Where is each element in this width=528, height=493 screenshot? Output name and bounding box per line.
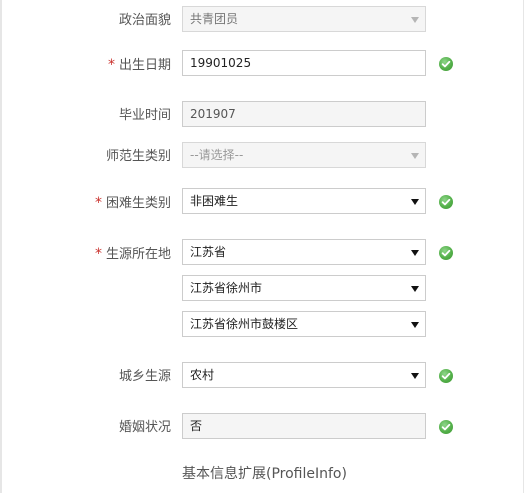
- check-circle-icon: [439, 57, 453, 71]
- hardship-type-value: 非困难生: [190, 194, 239, 208]
- chevron-down-icon: [411, 17, 419, 23]
- hardship-type-select[interactable]: 非困难生: [182, 188, 426, 214]
- origin-city-select[interactable]: 江苏省徐州市: [182, 275, 426, 301]
- normal-student-type-label: 师范生类别: [105, 149, 171, 164]
- row-origin-city: 江苏省徐州市: [0, 275, 528, 305]
- urban-rural-label: 城乡生源: [118, 369, 171, 384]
- required-mark: *: [94, 246, 102, 262]
- chevron-down-icon: [411, 250, 419, 256]
- graduation-time-value: 201907: [190, 107, 236, 121]
- origin-district-value: 江苏省徐州市鼓楼区: [190, 317, 299, 331]
- origin-location-label: * 生源所在地: [94, 246, 171, 262]
- origin-province-value: 江苏省: [190, 245, 227, 259]
- political-status-select: 共青团员: [182, 6, 426, 32]
- chevron-down-icon: [411, 153, 419, 159]
- section-heading-profile-info: 基本信息扩展(ProfileInfo): [182, 466, 347, 482]
- birth-date-label: * 出生日期: [107, 57, 171, 73]
- origin-district-select[interactable]: 江苏省徐州市鼓楼区: [182, 311, 426, 337]
- chevron-down-icon: [411, 286, 419, 292]
- birth-date-value: 19901025: [190, 56, 252, 70]
- chevron-down-icon: [411, 322, 419, 328]
- urban-rural-select[interactable]: 农村: [182, 362, 426, 388]
- graduation-time-label: 毕业时间: [118, 108, 171, 123]
- marital-status-value: 否: [190, 419, 203, 433]
- origin-city-value: 江苏省徐州市: [190, 281, 263, 295]
- check-circle-icon: [439, 420, 453, 434]
- normal-student-type-select[interactable]: --请选择--: [182, 142, 426, 168]
- row-normal-student-type: 师范生类别 --请选择--: [0, 142, 528, 172]
- required-mark: *: [107, 57, 115, 73]
- hardship-type-label: * 困难生类别: [94, 195, 171, 211]
- row-political-status: 政治面貌 共青团员: [0, 6, 528, 36]
- check-circle-icon: [439, 246, 453, 260]
- row-graduation-time: 毕业时间 201907: [0, 101, 528, 131]
- row-urban-rural: 城乡生源 农村: [0, 362, 528, 392]
- required-mark: *: [94, 195, 102, 211]
- urban-rural-value: 农村: [190, 368, 215, 382]
- row-hardship-type: * 困难生类别 非困难生: [0, 188, 528, 218]
- birth-date-input[interactable]: 19901025: [182, 50, 426, 76]
- political-status-label: 政治面貌: [118, 13, 171, 28]
- political-status-value: 共青团员: [190, 12, 239, 26]
- graduation-time-input: 201907: [182, 101, 426, 127]
- row-origin-location: * 生源所在地 江苏省: [0, 239, 528, 269]
- chevron-down-icon: [411, 199, 419, 205]
- row-birth-date: * 出生日期 19901025: [0, 50, 528, 80]
- marital-status-input: 否: [182, 413, 426, 439]
- origin-province-select[interactable]: 江苏省: [182, 239, 426, 265]
- row-marital-status: 婚姻状况 否: [0, 413, 528, 443]
- row-origin-district: 江苏省徐州市鼓楼区: [0, 311, 528, 341]
- chevron-down-icon: [411, 373, 419, 379]
- check-circle-icon: [439, 195, 453, 209]
- marital-status-label: 婚姻状况: [118, 420, 171, 435]
- normal-student-type-value: --请选择--: [190, 148, 244, 162]
- check-circle-icon: [439, 369, 453, 383]
